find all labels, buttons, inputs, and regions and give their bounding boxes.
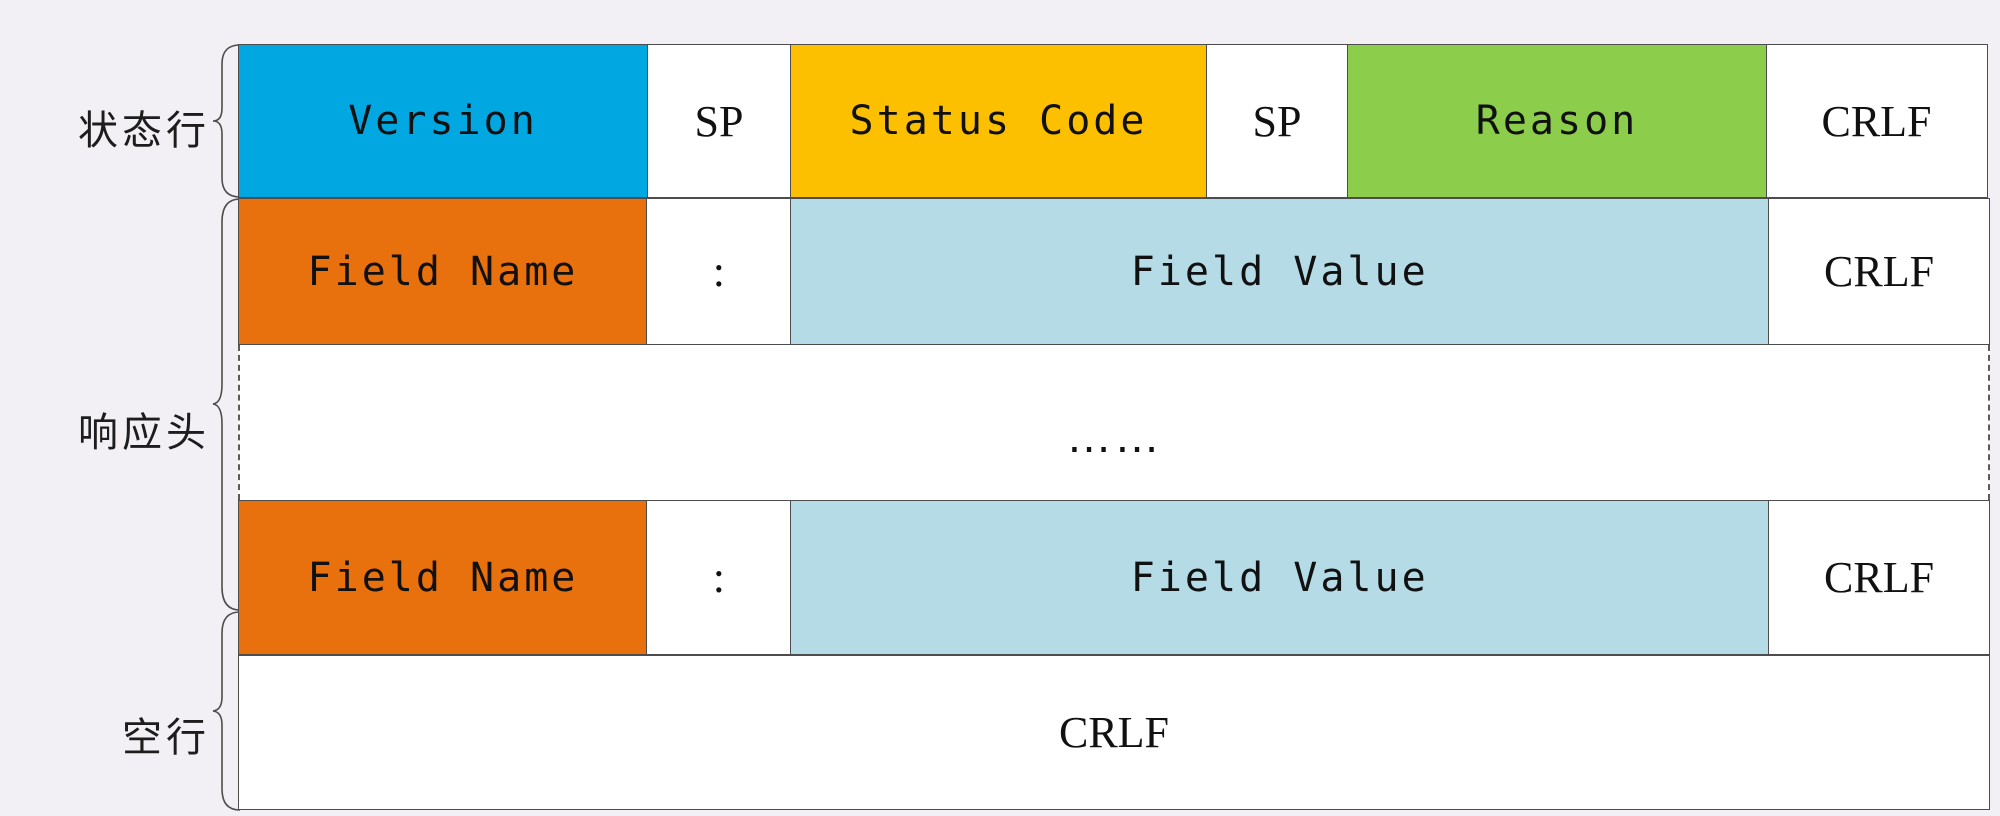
cell-sp-1: SP	[646, 44, 792, 198]
cell-crlf-blank-line: CRLF	[238, 655, 1990, 810]
cell-field-value-last: Field Value	[789, 500, 1770, 655]
message-structure-grid: Version SP Status Code SP Reason CRLF Fi…	[238, 44, 1990, 810]
cell-reason: Reason	[1347, 44, 1767, 198]
row-header-field-first: Field Name : Field Value CRLF	[238, 198, 1990, 345]
row-omitted-headers: ……	[238, 345, 1990, 500]
cell-crlf-header-first: CRLF	[1768, 198, 1990, 345]
cell-field-name-first: Field Name	[238, 198, 648, 345]
cell-version: Version	[238, 44, 648, 198]
cell-field-value-first: Field Value	[789, 198, 1770, 345]
row-blank-line: CRLF	[238, 655, 1990, 810]
cell-crlf-status-line: CRLF	[1765, 44, 1988, 198]
cell-sp-2: SP	[1205, 44, 1349, 198]
cell-colon-last: :	[646, 500, 792, 655]
row-header-field-last: Field Name : Field Value CRLF	[238, 500, 1990, 655]
cell-field-name-last: Field Name	[238, 500, 648, 655]
diagram-canvas: 状态行 响应头 空行 Version SP Status Code SP Rea…	[0, 0, 2000, 816]
ellipsis-text: ……	[1066, 409, 1162, 462]
cell-crlf-header-last: CRLF	[1768, 500, 1990, 655]
cell-status-code: Status Code	[790, 44, 1207, 198]
section-label-response-header: 响应头	[78, 411, 210, 455]
cell-colon-first: :	[646, 198, 792, 345]
section-label-blank-line: 空行	[122, 716, 210, 760]
section-label-status-line: 状态行	[78, 109, 210, 153]
row-status-line: Version SP Status Code SP Reason CRLF	[238, 44, 1990, 198]
cell-omitted-headers: ……	[238, 345, 1990, 500]
